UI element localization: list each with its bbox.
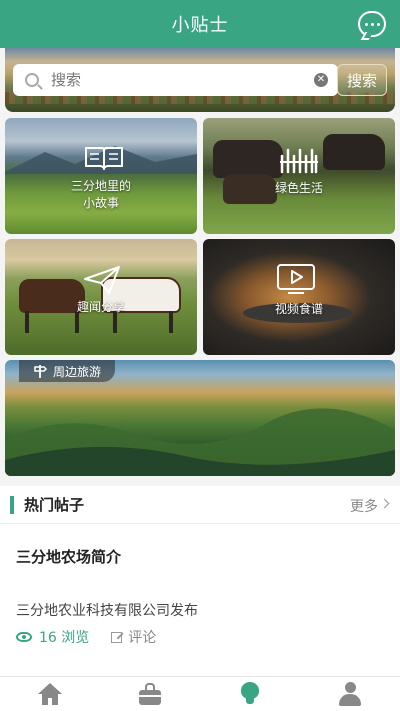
- tips-bulb-icon: [241, 682, 259, 706]
- grass-icon: [280, 148, 318, 174]
- message-icon[interactable]: [358, 11, 386, 37]
- tile-nearby-travel[interactable]: 周边旅游: [5, 360, 395, 476]
- eye-icon: [16, 632, 32, 642]
- video-play-icon: [277, 264, 315, 294]
- chevron-right-icon[interactable]: [379, 498, 390, 509]
- tile-farm-stories[interactable]: 三分地里的 小故事: [5, 118, 197, 234]
- signpost-icon: [34, 365, 47, 378]
- tile-label-nearby-travel: 周边旅游: [53, 364, 102, 379]
- view-count: 16 浏览: [39, 630, 90, 646]
- nav-tips[interactable]: [200, 677, 300, 711]
- search-banner: ✕ 搜索: [5, 48, 395, 112]
- more-link[interactable]: 更多: [350, 496, 378, 516]
- top-bar: 小贴士: [0, 0, 400, 48]
- book-icon: [85, 147, 123, 170]
- nav-shop[interactable]: [100, 677, 200, 711]
- section-accent-bar: [10, 495, 14, 514]
- clear-icon[interactable]: ✕: [314, 73, 328, 87]
- bottom-nav: [0, 676, 400, 711]
- post-publisher: 三分地农业科技有限公司发布: [16, 603, 198, 619]
- cow-leg: [25, 311, 29, 333]
- comment-link[interactable]: 评论: [128, 627, 156, 647]
- tile-label-farm-stories: 三分地里的 小故事: [70, 179, 131, 210]
- page-title: 小贴士: [171, 15, 229, 36]
- user-icon: [338, 682, 362, 706]
- tile-label-video-recipes: 视频食谱: [274, 302, 323, 316]
- tile-green-life[interactable]: 绿色生活: [203, 118, 395, 234]
- travel-tag: 周边旅游: [19, 360, 116, 382]
- post-card[interactable]: 三分地农场简介 三分地农业科技有限公司发布 16 浏览 评论: [0, 524, 400, 676]
- search-box[interactable]: ✕: [13, 64, 338, 96]
- cow-leg: [169, 311, 173, 333]
- nav-profile[interactable]: [300, 677, 400, 711]
- search-input[interactable]: [51, 71, 314, 89]
- post-title[interactable]: 三分地农场简介: [16, 546, 121, 567]
- shop-bag-icon: [139, 683, 161, 705]
- hot-posts-header: 热门帖子 更多: [0, 486, 400, 524]
- tile-video-recipes[interactable]: 视频食谱: [203, 239, 395, 355]
- cow-silhouette: [213, 140, 283, 178]
- post-stats: 16 浏览 评论: [16, 627, 156, 647]
- cow-silhouette: [323, 134, 385, 170]
- valley-scenery: [5, 408, 395, 476]
- tile-label-fun-share: 趣闻分享: [76, 300, 125, 314]
- search-icon: [25, 73, 39, 87]
- tile-fun-share[interactable]: 趣闻分享: [5, 239, 197, 355]
- hot-posts-title: 热门帖子: [24, 496, 85, 514]
- app: 小贴士 ✕ 搜索 三分地里的 小故事: [0, 0, 400, 711]
- nav-home[interactable]: [0, 677, 100, 711]
- search-button[interactable]: 搜索: [337, 64, 387, 96]
- paper-plane-icon: [84, 266, 120, 294]
- edit-icon[interactable]: [111, 631, 123, 643]
- home-icon: [37, 683, 63, 705]
- tile-label-green-life: 绿色生活: [274, 181, 323, 195]
